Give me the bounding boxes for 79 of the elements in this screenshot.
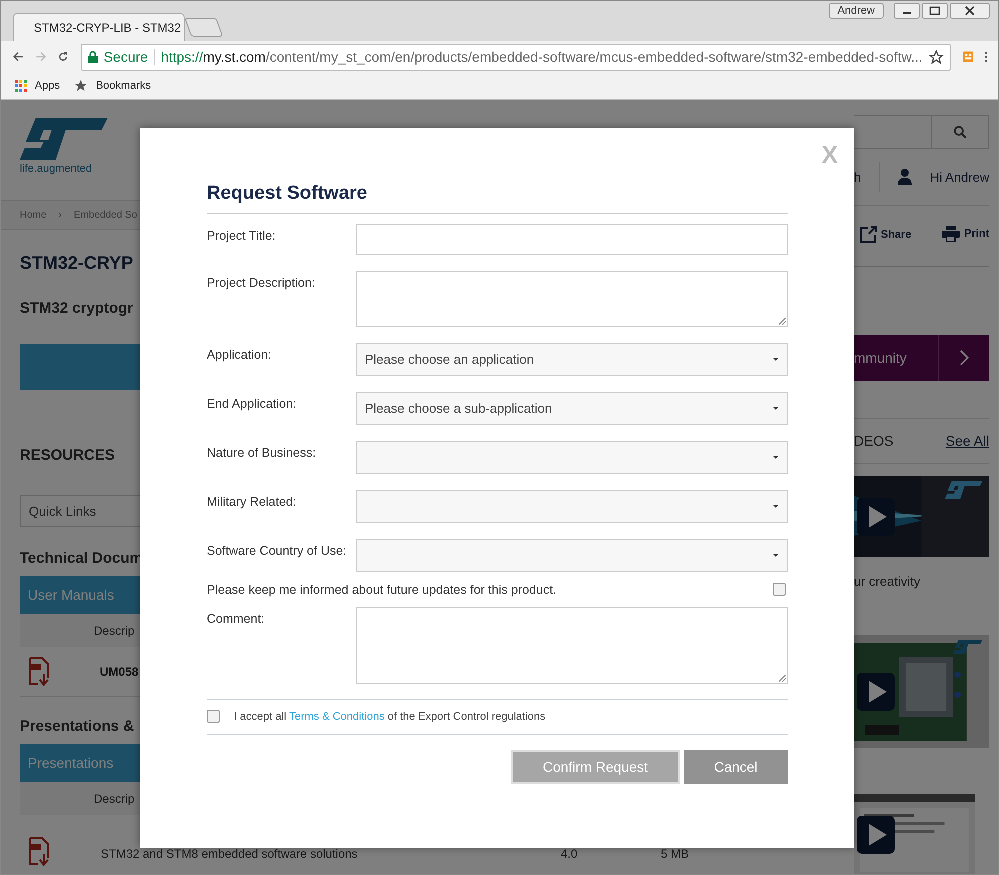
breadcrumb-link[interactable]: Embedded So — [74, 210, 138, 220]
column-header: Descrip — [94, 624, 135, 638]
field-label: End Application: — [207, 396, 298, 413]
dropdown[interactable]: Please choose an application — [356, 343, 788, 376]
field-label: Nature of Business: — [207, 445, 318, 462]
new-tab-button[interactable] — [184, 18, 224, 37]
maximize-icon[interactable] — [922, 3, 948, 19]
section-heading: DEOS — [854, 433, 894, 449]
search-link[interactable]: h — [854, 170, 862, 184]
play-icon[interactable] — [857, 816, 895, 854]
column-header: Descrip — [94, 792, 135, 806]
printer-icon — [942, 226, 960, 242]
product-subtitle: STM32 cryptogr — [20, 300, 134, 317]
star-icon[interactable] — [928, 50, 944, 64]
close-icon[interactable] — [950, 3, 990, 19]
input-field[interactable] — [356, 224, 788, 255]
address-bar[interactable]: Secure https://my.st.com/content/my_st_com/en/products/embedded-software/mcus-embedded-software/stm32-embedded-softw... — [80, 44, 951, 70]
section-heading: RESOURCES — [20, 447, 116, 464]
caret-icon — [773, 456, 779, 459]
terms-statement: I accept all Terms & Conditions of the Export Control regulations — [234, 710, 546, 722]
lock-icon — [88, 51, 98, 63]
logo-icon — [20, 118, 108, 160]
caret-icon — [773, 505, 779, 508]
play-icon[interactable] — [857, 498, 895, 536]
logo-icon — [953, 640, 984, 654]
search-field[interactable] — [854, 115, 990, 149]
url-text: https://my.st.com/content/my_st_com/en/products/embedded-software/mcus-embedded-software/stm32-embedded-softw... — [161, 49, 923, 65]
field-label: Software Country of Use: — [207, 543, 348, 560]
star-icon — [74, 79, 88, 93]
logo-icon — [945, 481, 984, 499]
tab-title: STM32-CRYP-LIB - STM32 — [34, 20, 182, 34]
menu-icon[interactable] — [985, 49, 988, 65]
document-link[interactable]: UM058 — [100, 664, 139, 678]
caret-icon — [773, 358, 779, 361]
pdf-download-icon[interactable] — [28, 656, 50, 686]
breadcrumb-separator: › — [58, 210, 62, 220]
field-label: Project Title: — [207, 228, 277, 245]
table-cell-text: 4.0 — [561, 846, 579, 861]
profile-button[interactable]: Andrew — [828, 3, 884, 19]
logo-tagline: life.augmented — [20, 163, 94, 175]
field-label: Military Related: — [207, 494, 298, 511]
checkbox[interactable] — [773, 583, 786, 596]
resize-grip-icon[interactable] — [779, 675, 786, 682]
print-button[interactable]: Print — [942, 226, 990, 242]
minimize-icon[interactable] — [894, 3, 920, 19]
terms-link[interactable]: Terms & Conditions — [289, 710, 385, 722]
cancel-button[interactable]: Cancel — [684, 750, 788, 784]
caret-icon — [773, 554, 779, 557]
video-caption[interactable]: ur creativity — [854, 574, 990, 589]
breadcrumb-link[interactable]: Home — [20, 210, 47, 220]
browser-tab[interactable]: STM32-CRYP-LIB - STM32 — [13, 13, 185, 41]
field-label: Application: — [207, 347, 273, 364]
apps-grid-icon — [15, 80, 27, 92]
extension-icon[interactable] — [962, 49, 974, 65]
resize-grip-icon[interactable] — [779, 318, 786, 325]
community-button[interactable]: mmunity — [854, 335, 990, 381]
section-heading: Presentations & — [20, 718, 134, 735]
pdf-download-icon[interactable] — [28, 837, 50, 867]
see-all-link[interactable]: See All — [946, 433, 990, 449]
bookmarks-link[interactable]: Bookmarks — [74, 79, 152, 93]
field-label: Comment: — [207, 611, 266, 628]
caret-icon — [773, 407, 779, 410]
share-icon — [860, 226, 877, 243]
user-greeting[interactable]: Hi Andrew — [930, 170, 990, 184]
product-title: STM32-CRYP — [20, 253, 134, 274]
checkbox[interactable] — [207, 710, 220, 723]
secure-label: Secure — [104, 49, 148, 65]
dropdown[interactable]: Please choose a sub-application — [356, 392, 788, 425]
table-cell-text: 5 MB — [661, 846, 690, 861]
confirm-button[interactable]: Confirm Request — [511, 750, 680, 784]
field-label: Please keep me informed about future updates for this product. — [207, 583, 557, 597]
apps-bookmark[interactable]: Apps — [15, 80, 60, 92]
user-icon[interactable] — [898, 169, 912, 185]
dialog-title: Request Software — [207, 183, 788, 214]
search-icon[interactable] — [954, 126, 967, 138]
share-button[interactable]: Share — [860, 226, 912, 243]
field-label: Project Description: — [207, 275, 316, 292]
chevron-right-icon — [960, 350, 969, 366]
play-icon[interactable] — [857, 672, 895, 710]
